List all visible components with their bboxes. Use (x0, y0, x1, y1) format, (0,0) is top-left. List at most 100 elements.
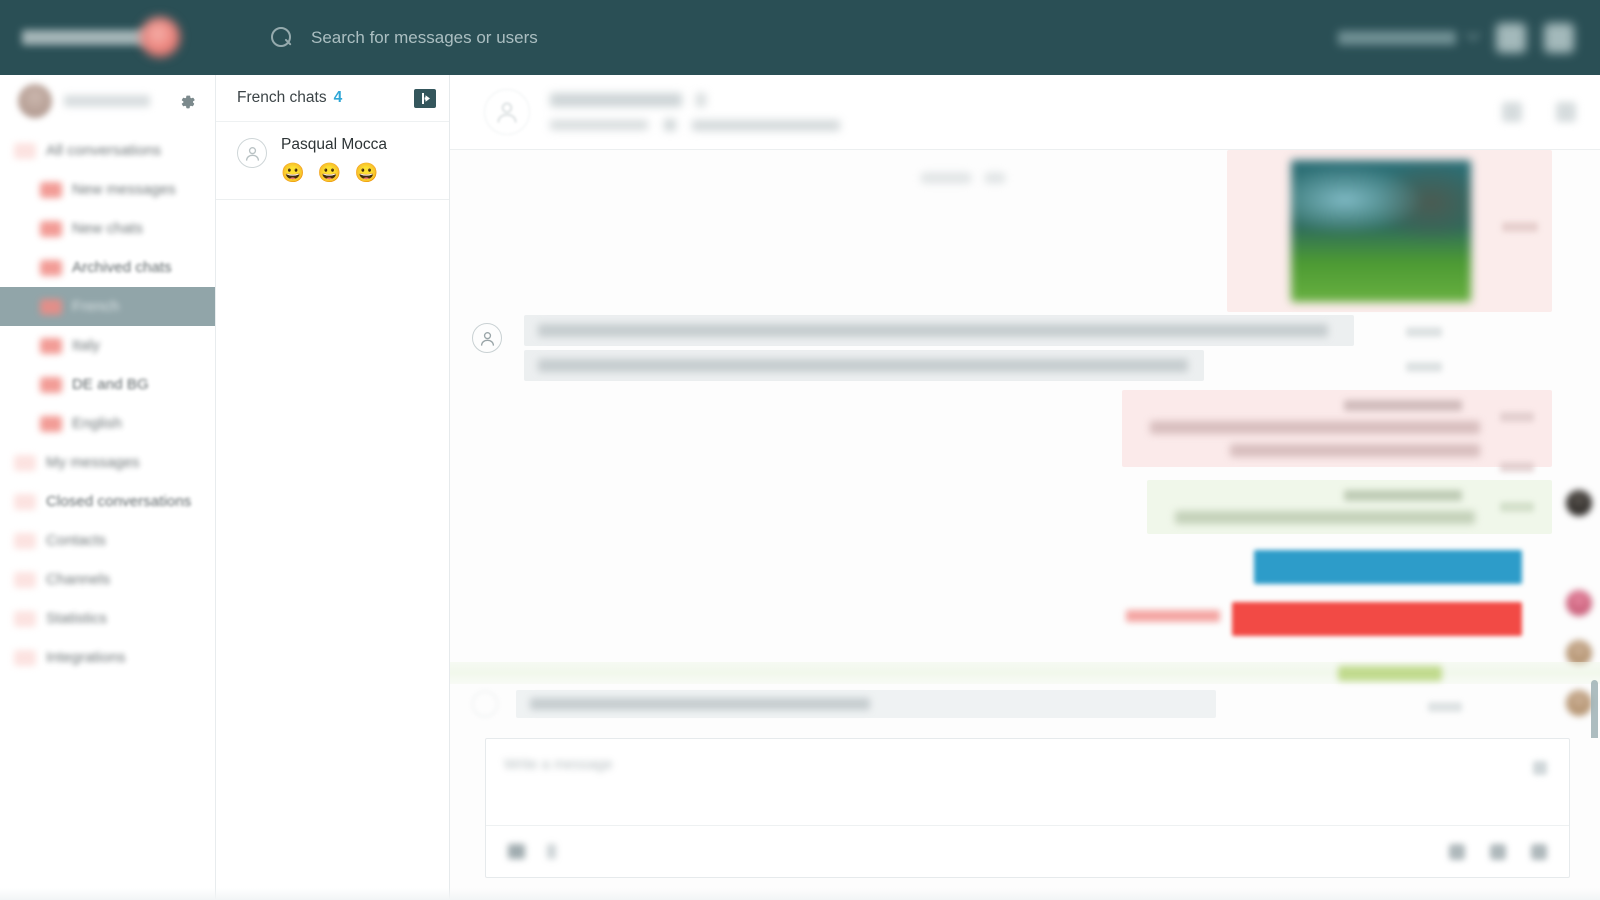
sidebar-item-channels[interactable]: Channels (0, 560, 215, 599)
message-timestamp (1500, 462, 1534, 472)
app-root: All conversations New messages New chats… (0, 0, 1600, 900)
menu-icon[interactable] (1544, 22, 1574, 53)
sidebar-user-name (64, 95, 150, 107)
sidebar-item-closed-conversations[interactable]: Closed conversations (0, 482, 215, 521)
message-timestamp (1500, 502, 1534, 512)
image-icon[interactable] (1490, 843, 1506, 860)
account-menu[interactable] (1338, 26, 1481, 45)
tag-icon[interactable] (1502, 102, 1522, 122)
sidebar-item-new-messages[interactable]: New messages (0, 170, 215, 209)
sidebar-item-english[interactable]: English (0, 404, 215, 443)
contact-email (692, 119, 840, 131)
sidebar-item-label: DE and BG (72, 376, 149, 393)
avatar (472, 323, 502, 353)
assign-arrow-icon[interactable] (414, 88, 436, 108)
send-icon[interactable] (1531, 843, 1547, 860)
sidebar-item-label: All conversations (46, 142, 162, 159)
message-timestamp (1406, 327, 1442, 337)
sidebar-item-statistics[interactable]: Statistics (0, 599, 215, 638)
gear-icon[interactable] (177, 91, 199, 113)
sidebar-item-italy[interactable]: Italy (0, 326, 215, 365)
sidebar-item-label: New chats (72, 220, 143, 237)
chevron-down-icon (1465, 26, 1481, 41)
close-icon[interactable] (1533, 761, 1547, 775)
avatar (472, 691, 498, 717)
message-composer: Write a message (485, 738, 1570, 878)
chat-list-title: French chats (237, 89, 327, 106)
count-badge (40, 376, 62, 393)
sidebar-item-all-conversations[interactable]: All conversations (0, 131, 215, 170)
count-badge (40, 337, 62, 354)
top-bar-actions (1338, 22, 1600, 53)
message-sender-name (1344, 400, 1462, 411)
sidebar-item-label: Integrations (46, 649, 126, 666)
count-badge (14, 142, 36, 159)
sidebar-item-label: My messages (46, 454, 140, 471)
sidebar-item-french[interactable]: French (0, 287, 215, 326)
global-search (216, 26, 1338, 49)
sidebar-item-label: Italy (72, 337, 101, 354)
sidebar-item-label: Closed conversations (46, 493, 192, 510)
flag-icon (696, 93, 706, 107)
sidebar-item-label: New messages (72, 181, 176, 198)
chat-list-items: Pasqual Mocca 😀 😀 😀 (216, 122, 449, 900)
list-item[interactable]: Pasqual Mocca 😀 😀 😀 (216, 122, 449, 200)
sidebar-item-label: Archived chats (72, 259, 172, 276)
sidebar-user[interactable] (0, 75, 215, 127)
search-input[interactable] (311, 27, 871, 48)
message-bubble-outgoing-green[interactable] (1147, 480, 1552, 534)
count-badge (14, 454, 36, 471)
chat-list-count: 4 (333, 89, 343, 106)
notifications-icon[interactable] (1496, 22, 1526, 53)
list-item-preview: 😀 😀 😀 (281, 162, 383, 184)
message-bubble-image[interactable] (1227, 150, 1552, 312)
sidebar-item-de-and-bg[interactable]: DE and BG (0, 365, 215, 404)
contact-name (550, 93, 682, 107)
chat-list-panel: French chats 4 Pasqual Mocca 😀 😀 😀 (216, 75, 450, 900)
sidebar-item-label: English (72, 415, 122, 432)
mail-icon (664, 119, 676, 131)
sidebar-item-archived-chats[interactable]: Archived chats (0, 248, 215, 287)
avatar (1566, 590, 1592, 616)
composer-input-row[interactable]: Write a message (486, 739, 1569, 825)
count-badge (40, 220, 62, 237)
more-icon[interactable] (1556, 102, 1576, 122)
message-sender-name (1344, 490, 1462, 501)
message-bubble-note[interactable] (516, 690, 1462, 718)
message-bar-info[interactable] (1254, 550, 1522, 584)
app-body: All conversations New messages New chats… (0, 75, 1600, 900)
brand-wordmark (22, 30, 150, 45)
composer-input[interactable]: Write a message (504, 757, 613, 773)
message-bubble-outgoing-pink[interactable] (1122, 390, 1552, 472)
attachment-icon[interactable] (508, 844, 525, 859)
composer-toolbar (486, 825, 1569, 877)
message-bar-error[interactable] (1232, 602, 1522, 636)
conversation-header (450, 75, 1600, 150)
message-bubbles-incoming (524, 315, 1442, 385)
conversation-header-actions (1502, 102, 1576, 122)
message-bar-error-label (1126, 610, 1220, 622)
emoji-icon[interactable] (1449, 843, 1465, 860)
message-timestamp (1502, 222, 1538, 232)
count-badge (40, 415, 62, 432)
sidebar-nav: All conversations New messages New chats… (0, 127, 215, 677)
app-logo[interactable] (0, 0, 216, 75)
search-icon (271, 26, 293, 49)
conversation-panel: Write a message (450, 75, 1600, 900)
sidebar-item-integrations[interactable]: Integrations (0, 638, 215, 677)
divider-label (1338, 666, 1442, 681)
brand-mark-icon (140, 17, 180, 57)
message-image-attachment[interactable] (1291, 160, 1471, 302)
message-thread[interactable] (450, 150, 1600, 738)
sidebar-item-label: French (72, 298, 120, 315)
sidebar-item-my-messages[interactable]: My messages (0, 443, 215, 482)
message-bubble[interactable] (524, 315, 1442, 346)
conversation-contact-info (550, 93, 840, 131)
sidebar-item-contacts[interactable]: Contacts (0, 521, 215, 560)
sidebar-item-new-chats[interactable]: New chats (0, 209, 215, 248)
message-row-note (472, 690, 1472, 718)
message-bubble[interactable] (524, 350, 1442, 381)
template-icon[interactable] (547, 844, 556, 859)
thread-scrollbar[interactable] (1591, 680, 1598, 738)
count-badge (40, 259, 62, 276)
